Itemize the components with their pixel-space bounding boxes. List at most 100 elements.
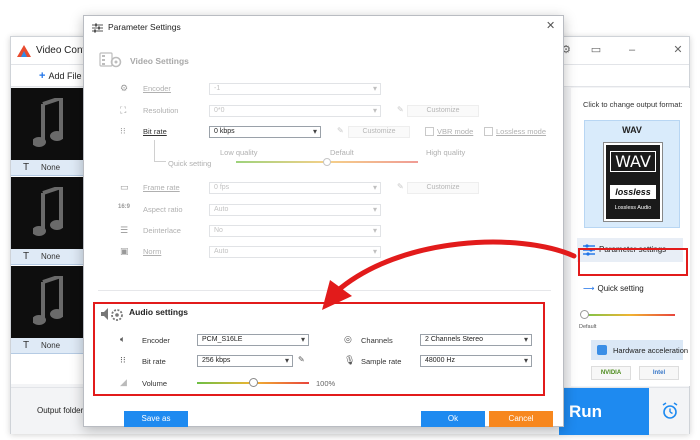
hardware-acceleration-label: Hardware acceleration — [613, 346, 689, 355]
pencil-icon[interactable]: ✎ — [298, 355, 305, 364]
audio-settings-icon — [101, 308, 123, 321]
audio-settings-title: Audio settings — [129, 307, 189, 317]
resolution-customize-button[interactable]: Customize — [407, 105, 479, 117]
video-bitrate-label: Bit rate — [143, 127, 167, 136]
quality-slider-handle[interactable] — [323, 158, 331, 166]
vbr-mode-checkbox[interactable] — [425, 127, 434, 136]
speaker-icon: 🔈︎ — [120, 334, 126, 344]
dialog-title: Parameter Settings — [92, 22, 181, 33]
output-format-card[interactable]: WAV WAV lossless Lossless Audio — [584, 120, 680, 228]
quick-setting-connector — [154, 140, 166, 162]
file-list: T None T None T None — [11, 88, 83, 384]
subtitle-selector[interactable]: T None — [11, 160, 83, 176]
vbr-mode-label: VBR mode — [437, 127, 474, 136]
arrow-right-icon: ⟶ — [583, 284, 595, 293]
dialog-close-button[interactable]: ✕ — [546, 19, 555, 32]
video-encoder-label: Encoder — [143, 84, 171, 93]
high-quality-label: High quality — [426, 148, 466, 157]
norm-select[interactable]: Auto — [209, 246, 381, 258]
file-item[interactable]: T None — [11, 177, 83, 266]
file-thumbnail[interactable] — [11, 177, 83, 249]
resolution-label: Resolution — [143, 106, 179, 115]
parameter-settings-highlight — [578, 248, 688, 276]
quick-setting-label: Quick setting — [168, 159, 212, 168]
bitrate-icon: ⁝⁝ — [120, 126, 126, 136]
low-quality-label: Low quality — [220, 148, 258, 157]
audio-bitrate-select[interactable]: 256 kbps — [197, 355, 293, 367]
quick-setting-toggle[interactable]: ⟶ Quick setting — [583, 284, 644, 293]
volume-slider-handle[interactable] — [249, 378, 258, 387]
microphone-icon: 🎙︎ — [344, 355, 356, 365]
cancel-button[interactable]: Cancel — [489, 411, 553, 427]
close-button[interactable]: ✕ — [671, 43, 685, 57]
subtitle-selector[interactable]: T None — [11, 249, 83, 265]
text-icon: T — [23, 162, 30, 173]
norm-icon: ▣ — [120, 246, 129, 256]
default-quality-label: Default — [330, 148, 354, 157]
deinterlace-icon: ☰ — [120, 225, 129, 235]
lossless-mode-checkbox[interactable] — [484, 127, 493, 136]
framerate-customize-button[interactable]: Customize — [407, 182, 479, 194]
app-logo-icon — [17, 45, 31, 57]
channels-select[interactable]: 2 Channels Stereo — [420, 334, 532, 346]
aspect-ratio-icon: 16:9 — [118, 204, 131, 210]
aspect-ratio-select[interactable]: Auto — [209, 204, 381, 216]
subtitle-selector[interactable]: T None — [11, 338, 83, 354]
run-button[interactable]: Run — [559, 388, 649, 435]
resolution-select[interactable]: 0*0 — [209, 105, 381, 117]
file-thumbnail[interactable] — [11, 266, 83, 338]
wav-format-logo: WAV lossless Lossless Audio — [603, 142, 663, 222]
format-logo-sub: Lossless Audio — [614, 205, 652, 211]
bitrate-icon: ⁝⁝ — [120, 355, 126, 365]
quick-setting-slider[interactable] — [585, 314, 675, 316]
audio-encoder-select[interactable]: PCM_S16LE — [197, 334, 309, 346]
minimize-button[interactable]: – — [625, 43, 639, 57]
framerate-select[interactable]: 0 fps — [209, 182, 381, 194]
app-title: Video Conv — [36, 45, 88, 56]
framerate-label: Frame rate — [143, 183, 180, 192]
samplerate-label: Sample rate — [361, 357, 402, 366]
output-format-panel: Click to change output format: WAV WAV l… — [571, 88, 690, 386]
parameter-settings-dialog: Parameter Settings ✕ Video Settings ⚙ En… — [83, 15, 564, 427]
quick-setting-slider-handle[interactable] — [580, 310, 589, 319]
channels-icon: ◎ — [344, 334, 352, 344]
resolution-icon: ⛶ — [120, 105, 127, 115]
ok-button[interactable]: Ok — [421, 411, 485, 427]
nvidia-badge: NVIDIA — [591, 366, 631, 380]
quick-setting-label: Quick setting — [597, 284, 644, 293]
volume-value: 100% — [316, 379, 336, 388]
bitrate-customize-button[interactable]: Customize — [348, 126, 410, 138]
video-settings-title: Video Settings — [130, 56, 189, 66]
deinterlace-select[interactable]: No — [209, 225, 381, 237]
music-note-icon — [33, 276, 63, 325]
pencil-icon: ✎ — [397, 182, 404, 191]
samplerate-select[interactable]: 48000 Hz — [420, 355, 532, 367]
alarm-clock-icon[interactable] — [661, 402, 679, 420]
format-logo-brand: lossless — [610, 185, 656, 199]
add-files-label: Add File — [48, 71, 82, 81]
video-bitrate-select[interactable]: 0 kbps — [209, 126, 321, 138]
menu-icon[interactable]: ▭ — [589, 43, 603, 57]
output-folder-label: Output folder: — [37, 406, 86, 415]
audio-bitrate-label: Bit rate — [142, 357, 166, 366]
music-note-icon — [33, 98, 63, 147]
file-item[interactable]: T None — [11, 266, 83, 355]
pencil-icon: ✎ — [397, 105, 404, 114]
music-note-icon — [33, 187, 63, 236]
subtitle-value: None — [41, 163, 61, 172]
subtitle-value: None — [41, 252, 61, 261]
hardware-acceleration-toggle[interactable]: Hardware acceleration — [591, 340, 688, 360]
video-encoder-select[interactable]: -1 — [209, 83, 381, 95]
text-icon: T — [23, 340, 30, 351]
checkbox-icon — [597, 345, 607, 355]
volume-icon: ◢ — [120, 377, 127, 387]
video-settings-icon — [99, 52, 122, 68]
volume-label: Volume — [142, 379, 168, 388]
plus-icon: + — [39, 70, 46, 82]
add-files-button[interactable]: + Add File — [39, 70, 81, 82]
file-thumbnail[interactable] — [11, 88, 83, 160]
format-name: WAV — [622, 125, 642, 135]
save-as-button[interactable]: Save as — [124, 411, 188, 427]
file-item[interactable]: T None — [11, 88, 83, 177]
format-logo-text: WAV — [610, 151, 656, 172]
